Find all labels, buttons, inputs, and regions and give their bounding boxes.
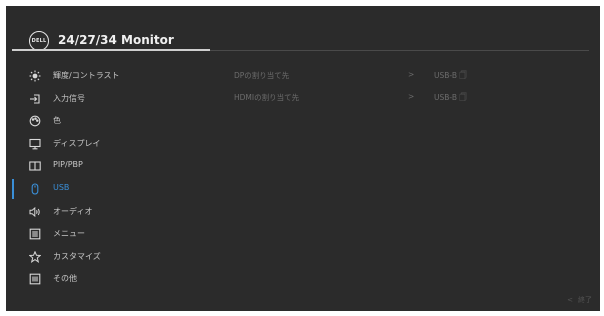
usb-submenu: DPの割り当て先 > USB-B 🗍 HDMIの割り当て先 > USB-B 🗍 [234, 70, 534, 114]
mouse-icon [29, 183, 41, 195]
menu-item-brightness-contrast[interactable]: 輝度/コントラスト [6, 65, 226, 88]
osd-header: DELL 24/27/34 Monitor [6, 6, 600, 51]
submenu-row-hdmi-usb[interactable]: HDMIの割り当て先 > USB-B 🗍 [234, 92, 534, 114]
menu-label: PIP/PBP [53, 160, 83, 170]
menu-list-icon [29, 228, 41, 240]
submenu-row-value: USB-B 🗍 [434, 93, 467, 102]
menu-label: 入力信号 [53, 93, 85, 103]
selection-bar [12, 89, 14, 109]
submenu-row-label: DPの割り当て先 [234, 71, 290, 80]
chevron-left-icon: < [567, 296, 573, 304]
input-source-icon [29, 93, 41, 105]
chevron-right-icon: > [408, 92, 415, 101]
pip-pbp-icon [29, 160, 41, 172]
menu-item-pip-pbp[interactable]: PIP/PBP [6, 155, 226, 178]
menu-item-color[interactable]: 色 [6, 110, 226, 133]
selection-bar [12, 247, 14, 267]
main-menu: 輝度/コントラスト 入力信号 色 ディスプレイ PIP/PBP USB オーディ… [6, 65, 226, 291]
header-divider-highlight [12, 49, 210, 51]
menu-label: USB [53, 182, 70, 192]
menu-item-usb[interactable]: USB [6, 178, 226, 201]
menu-item-menu[interactable]: メニュー [6, 223, 226, 246]
selection-bar [12, 134, 14, 154]
menu-item-input-source[interactable]: 入力信号 [6, 88, 226, 111]
menu-label: メニュー [53, 229, 85, 239]
submenu-row-value: USB-B 🗍 [434, 71, 467, 80]
exit-button[interactable]: < 終了 [567, 295, 592, 305]
dell-logo: DELL [29, 31, 49, 51]
selection-bar [12, 269, 14, 289]
menu-item-personalize[interactable]: カスタマイズ [6, 246, 226, 269]
submenu-row-dp-usb[interactable]: DPの割り当て先 > USB-B 🗍 [234, 70, 534, 92]
others-icon [29, 273, 41, 285]
exit-label: 終了 [578, 296, 592, 304]
chevron-right-icon: > [408, 70, 415, 79]
osd-window: DELL 24/27/34 Monitor 輝度/コントラスト 入力信号 色 デ… [6, 6, 600, 311]
selection-bar [12, 66, 14, 86]
submenu-row-label: HDMIの割り当て先 [234, 93, 300, 102]
menu-label: ディスプレイ [53, 138, 101, 148]
display-icon [29, 138, 41, 150]
color-palette-icon [29, 115, 41, 127]
menu-label: オーディオ [53, 206, 93, 216]
star-icon [29, 250, 41, 263]
menu-item-audio[interactable]: オーディオ [6, 201, 226, 224]
brightness-icon [29, 70, 41, 82]
selection-bar [12, 156, 14, 176]
menu-label: 輝度/コントラスト [53, 71, 120, 80]
menu-label: 色 [53, 116, 61, 126]
selection-bar [12, 111, 14, 131]
menu-label: その他 [53, 274, 77, 284]
selection-bar [12, 224, 14, 244]
menu-item-others[interactable]: その他 [6, 268, 226, 291]
menu-label: カスタマイズ [53, 251, 101, 261]
menu-item-display[interactable]: ディスプレイ [6, 133, 226, 156]
speaker-icon [29, 206, 41, 218]
monitor-title: 24/27/34 Monitor [58, 33, 174, 47]
selection-bar [12, 178, 14, 199]
selection-bar [12, 202, 14, 222]
